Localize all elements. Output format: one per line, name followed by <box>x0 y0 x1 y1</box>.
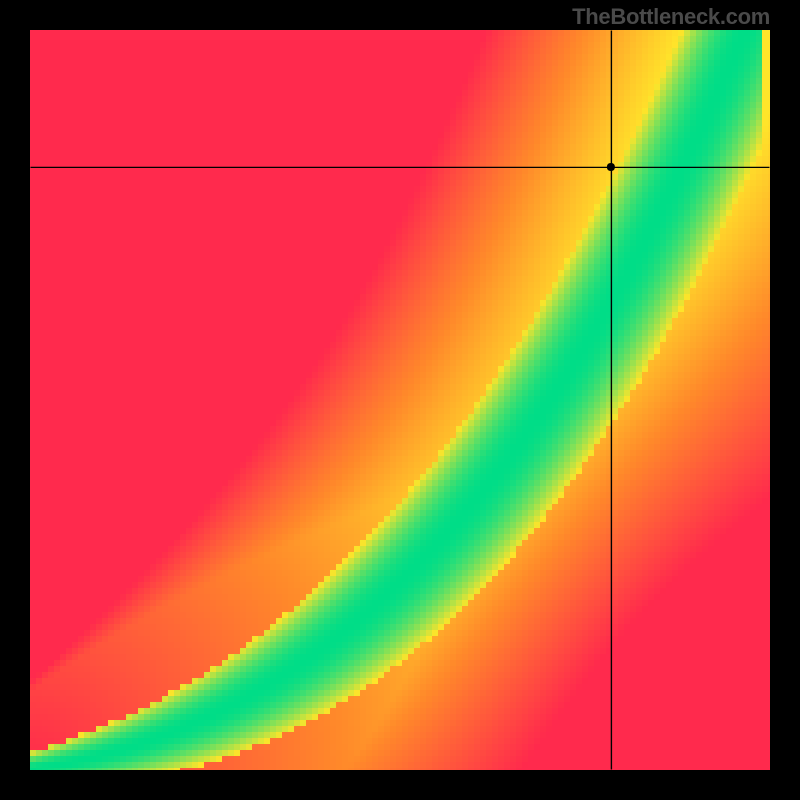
chart-frame: TheBottleneck.com <box>0 0 800 800</box>
watermark-text: TheBottleneck.com <box>572 4 770 30</box>
plot-area <box>30 30 770 770</box>
bottleneck-heatmap <box>30 30 770 770</box>
